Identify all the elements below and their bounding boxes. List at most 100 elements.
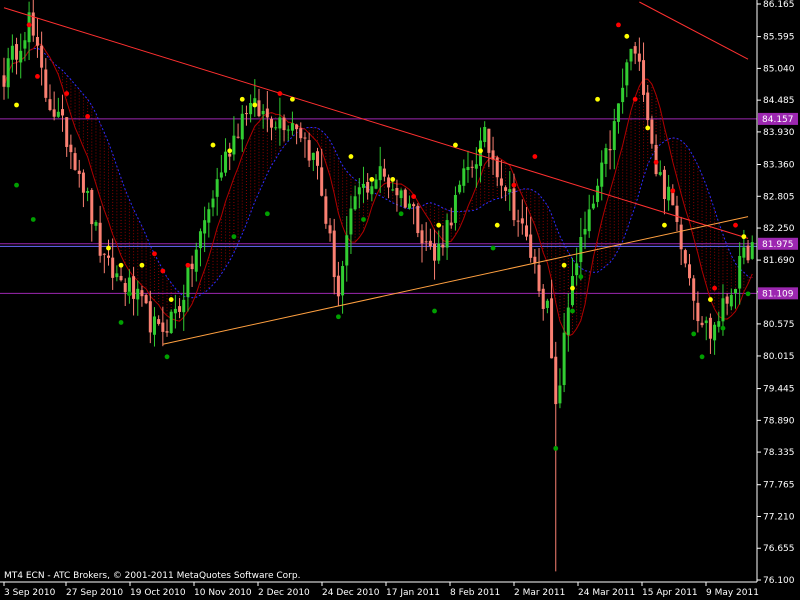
candle-body (662, 169, 666, 200)
signal-dot-yellow (239, 96, 245, 102)
signal-dot-red (185, 262, 191, 268)
candle-body (52, 109, 56, 117)
candle-body (361, 184, 365, 188)
candle-body (533, 256, 537, 263)
signal-dot-red (632, 96, 638, 102)
candle-body (107, 255, 110, 258)
candle-body (508, 189, 512, 193)
copyright-text: MT4 ECN - ATC Brokers, © 2001-2011 MetaQ… (4, 571, 300, 581)
candle-body (441, 244, 445, 248)
signal-dot-green (14, 182, 19, 188)
candle-body (621, 87, 625, 103)
candle-body (336, 275, 340, 297)
candle-body (282, 117, 286, 131)
signal-dot-yellow (645, 125, 651, 131)
candle-body (378, 166, 382, 181)
candle-body (692, 278, 696, 301)
candle-body (232, 135, 236, 155)
signal-dot-yellow (118, 262, 124, 268)
candle-body (219, 172, 223, 178)
signal-dot-red (670, 188, 676, 194)
candle-body (525, 225, 528, 237)
signal-dot-yellow (227, 148, 233, 154)
candle-body (428, 240, 432, 247)
signal-dot-green (398, 211, 404, 217)
candle-body (625, 62, 629, 86)
signal-dot-yellow (478, 148, 483, 154)
candle-body (474, 164, 478, 169)
signal-dot-green (432, 308, 437, 314)
candle-body (140, 290, 144, 297)
price-tick-label: 76.655 (763, 544, 795, 554)
candle-body (541, 288, 545, 309)
candle-body (295, 124, 299, 130)
signal-dot-yellow (348, 154, 354, 159)
candle-body (479, 140, 483, 166)
candle-body (633, 46, 637, 54)
candle-body (211, 198, 215, 208)
signal-dot-yellow (168, 297, 174, 302)
candle-body (658, 172, 662, 175)
price-tick-label: 79.445 (763, 385, 795, 395)
candle-body (449, 222, 453, 226)
candle-body (73, 153, 77, 170)
signal-dot-yellow (624, 33, 630, 39)
candle-body (416, 205, 420, 234)
candle-body (261, 110, 265, 115)
price-tick-label: 82.250 (763, 224, 795, 234)
candle-body (69, 144, 73, 153)
candle-body (316, 151, 319, 166)
time-tick-label: 24 Dec 2010 (322, 588, 380, 598)
candle-body (750, 242, 754, 259)
candle-body (558, 385, 562, 404)
candle-body (77, 170, 81, 174)
signal-dot-red (712, 285, 717, 291)
level-label-text: 81.975 (762, 240, 794, 250)
signal-dot-red (616, 22, 621, 28)
candle-body (734, 289, 737, 294)
candle-body (19, 50, 23, 63)
candle-body (374, 179, 378, 189)
candle-body (203, 220, 207, 234)
signal-dot-green (126, 291, 132, 297)
candle-body (483, 127, 487, 142)
signal-dot-green (164, 354, 170, 360)
candle-body (420, 230, 424, 244)
candle-body (391, 189, 395, 191)
candle-body (516, 220, 520, 222)
level-label-text: 84.157 (762, 115, 794, 125)
candle-body (570, 276, 574, 306)
candle-body (545, 300, 549, 308)
candle-body (265, 108, 269, 118)
candle-body (102, 253, 106, 255)
candle-body (270, 118, 274, 128)
signal-dot-yellow (390, 177, 396, 182)
signal-dot-green (118, 320, 124, 325)
signal-dot-red (35, 73, 40, 79)
candle-body (566, 307, 570, 335)
candle-body (600, 162, 604, 187)
candle-body (529, 234, 533, 258)
candle-body (696, 302, 700, 322)
signal-dot-yellow (252, 102, 258, 108)
candle-body (215, 179, 219, 197)
candle-body (2, 75, 6, 87)
level-label-text: 81.109 (762, 289, 794, 299)
candle-body (395, 188, 399, 196)
candle-body (182, 299, 186, 313)
candle-body (675, 205, 679, 222)
candle-body (537, 264, 541, 292)
signal-dot-red (511, 182, 517, 188)
price-tick-label: 82.805 (763, 192, 795, 202)
candle-body (700, 322, 704, 326)
candle-body (15, 44, 19, 60)
time-tick-label: 3 Sep 2010 (4, 588, 56, 598)
time-tick-label: 2 Dec 2010 (258, 588, 310, 598)
candle-body (56, 111, 60, 117)
signal-dot-yellow (14, 102, 19, 108)
candle-body (186, 265, 190, 298)
candle-body (332, 230, 336, 278)
candle-body (637, 53, 641, 62)
signal-dot-red (152, 251, 157, 257)
price-tick-label: 81.690 (763, 256, 795, 266)
